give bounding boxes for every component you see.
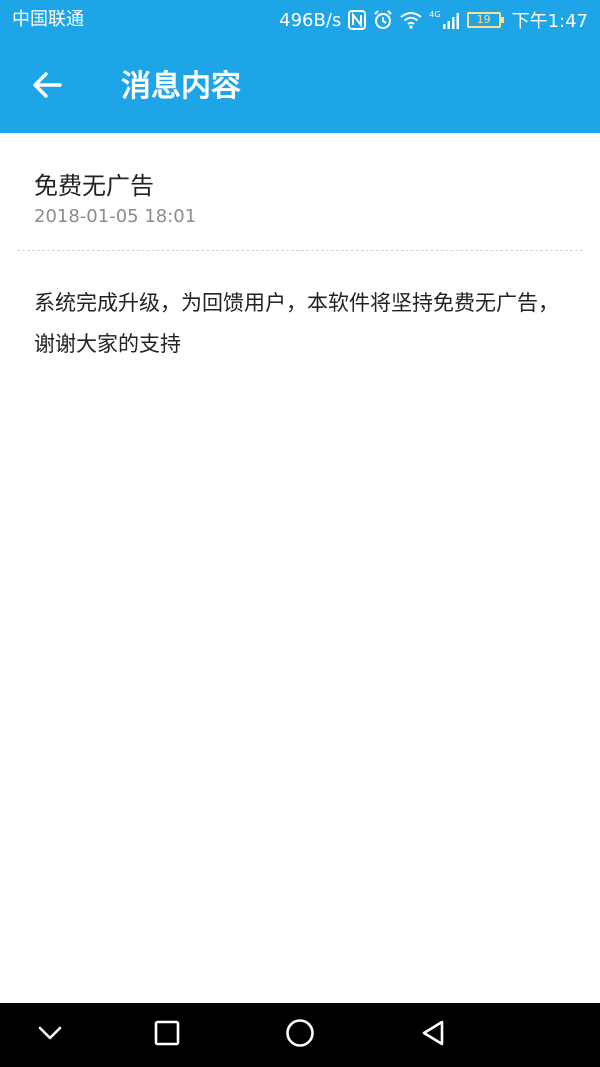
arrow-left-icon (32, 71, 62, 103)
chevron-down-icon (37, 1025, 63, 1045)
nav-collapse-button[interactable] (30, 1015, 70, 1055)
status-icons: 496B/s 4G 19 下午1:47 (279, 8, 588, 33)
clock-time: 下午1:47 (511, 11, 588, 32)
status-bar: 中国联通 496B/s 4G 19 下午1:47 (0, 0, 600, 40)
message-body: 系统完成升级，为回馈用户，本软件将坚持免费无广告，谢谢大家的支持 (34, 291, 559, 356)
circle-icon (285, 1018, 315, 1052)
page-title: 消息内容 (121, 69, 241, 104)
back-button[interactable] (24, 64, 70, 110)
signal-icon: 4G (429, 11, 459, 29)
divider (17, 250, 583, 251)
nav-back-button[interactable] (413, 1015, 453, 1055)
screen: 中国联通 496B/s 4G 19 下午1:47 消息内容 免费无广告 2018… (0, 0, 600, 1067)
network-speed: 496B/s (279, 9, 342, 31)
navigation-bar (0, 1003, 600, 1067)
nav-home-button[interactable] (280, 1015, 320, 1055)
alarm-icon (373, 10, 393, 30)
app-bar: 消息内容 (0, 40, 600, 133)
nfc-icon (348, 10, 367, 30)
nav-recents-button[interactable] (147, 1015, 187, 1055)
wifi-icon (400, 11, 422, 29)
message-title: 免费无广告 (34, 172, 154, 200)
battery-level: 19 (476, 13, 491, 26)
carrier-name: 中国联通 (12, 9, 84, 30)
message-time: 2018-01-05 18:01 (34, 206, 197, 227)
square-icon (154, 1020, 180, 1050)
triangle-back-icon (420, 1019, 446, 1051)
network-type: 4G (429, 10, 441, 19)
battery-icon: 19 (466, 12, 504, 28)
